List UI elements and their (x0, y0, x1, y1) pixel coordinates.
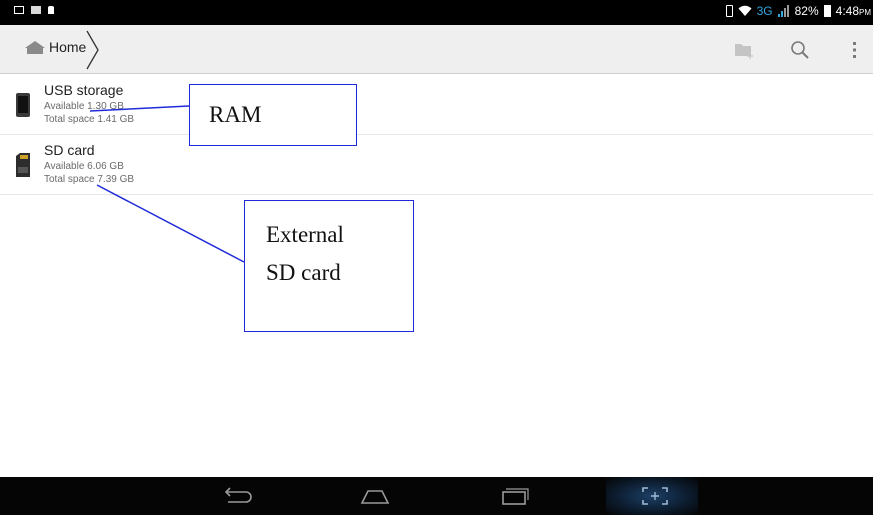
annotation-sd-line1: External (266, 222, 344, 247)
back-icon[interactable] (220, 486, 254, 506)
battery-icon (823, 5, 831, 17)
annotation-sd-line2: SD card (266, 260, 341, 285)
overflow-menu-icon[interactable] (849, 39, 871, 61)
system-indicators: 3G 82% 4:48PM (725, 4, 871, 18)
clock-suffix: PM (859, 8, 871, 17)
storage-title: SD card (44, 142, 95, 158)
clock: 4:48PM (836, 4, 871, 18)
clock-time: 4:48 (835, 4, 859, 18)
breadcrumb-separator-icon (86, 30, 99, 70)
search-icon[interactable] (789, 39, 811, 61)
signal-icon (777, 5, 789, 17)
annotation-ram: RAM (189, 84, 357, 146)
screenshot-icon[interactable] (638, 486, 672, 506)
storage-list: USB storage Available 1.30 GB Total spac… (0, 75, 873, 195)
navigation-bar (0, 477, 873, 515)
breadcrumb-home-label: Home (49, 39, 87, 55)
battery-percent: 82% (794, 4, 819, 18)
annotation-external-sd: External SD card (244, 200, 414, 332)
notification-icons (14, 6, 54, 14)
status-bar: 3G 82% 4:48PM (0, 0, 873, 25)
home-icon (25, 41, 45, 54)
wifi-icon (738, 5, 752, 16)
storage-item-sd-card[interactable]: SD card Available 6.06 GB Total space 7.… (0, 135, 873, 195)
breadcrumb-home[interactable]: Home (24, 39, 86, 55)
storage-available: Available 1.30 GB (44, 101, 124, 112)
vibrate-icon (725, 5, 733, 17)
storage-total: Total space 1.41 GB (44, 114, 135, 125)
new-folder-icon[interactable] (733, 39, 755, 61)
recent-apps-icon[interactable] (497, 486, 531, 506)
network-type: 3G (756, 4, 773, 18)
home-nav-icon[interactable] (358, 486, 392, 506)
screenshot-notification-icon (31, 6, 41, 14)
phone-storage-icon (16, 93, 30, 117)
lock-notification-icon (48, 6, 54, 14)
storage-item-usb[interactable]: USB storage Available 1.30 GB Total spac… (0, 75, 873, 135)
action-bar: Home (0, 25, 873, 74)
storage-available: Available 6.06 GB (44, 161, 124, 172)
email-notification-icon (14, 6, 24, 14)
storage-title: USB storage (44, 82, 124, 98)
sd-pointer-line (96, 184, 245, 263)
sd-card-icon (16, 153, 30, 177)
storage-total: Total space 7.39 GB (44, 174, 135, 185)
